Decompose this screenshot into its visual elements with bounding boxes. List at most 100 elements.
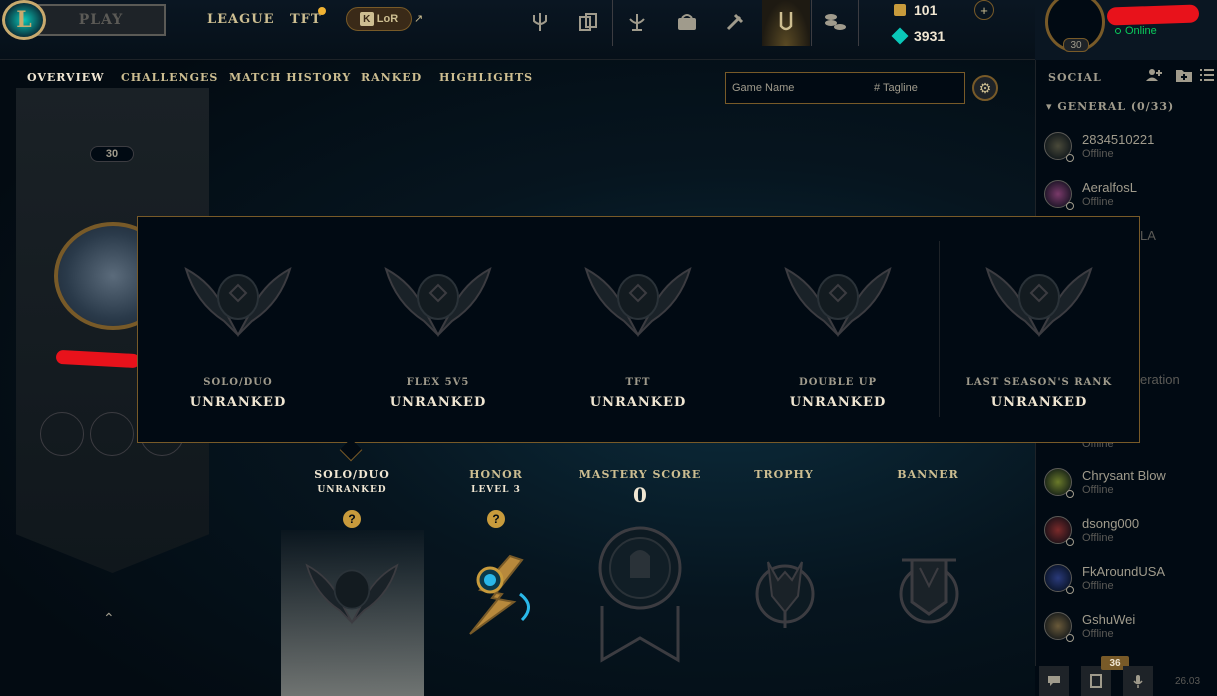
friend-item[interactable]: 2834510221 Offline [1042, 128, 1214, 172]
help-icon[interactable]: ? [487, 510, 505, 528]
friend-item[interactable]: Chrysant Blow Offline [1042, 464, 1214, 508]
gear-icon[interactable]: ⚙ [972, 75, 998, 101]
empty-token-slot[interactable] [90, 412, 134, 456]
play-button[interactable]: PLAY [36, 4, 166, 36]
lor-button[interactable]: K LoR [346, 7, 412, 31]
tft-notification-dot [318, 7, 326, 15]
nav-divider [811, 0, 812, 46]
client-version: 26.03 [1175, 676, 1201, 687]
group-label: GENERAL (0/33) [1057, 100, 1175, 113]
nav-tft[interactable]: TFT [290, 12, 322, 27]
banner-level-badge: 30 [90, 146, 134, 162]
unranked-emblem-icon [384, 266, 492, 338]
tab-match-history[interactable]: MATCH HISTORY [229, 71, 351, 84]
top-navigation-bar: PLAY L LEAGUE TFT K LoR ↗ 101 3931 + [0, 0, 1035, 60]
profile-summary[interactable]: 30 Online [1035, 0, 1217, 60]
rank-entry-solo-duo: SOLO/DUO UNRANKED [138, 217, 338, 444]
banner-stat[interactable]: BANNER [858, 468, 998, 481]
nav-league[interactable]: LEAGUE [207, 12, 274, 27]
empty-token-slot[interactable] [40, 412, 84, 456]
clash-icon[interactable] [771, 8, 801, 36]
friend-item[interactable]: dsong000 Offline [1042, 512, 1214, 556]
offline-status-icon [1066, 634, 1074, 642]
league-logo-icon[interactable]: L [2, 0, 46, 40]
stat-title: HONOR [469, 468, 523, 481]
loot-icon[interactable] [672, 8, 702, 36]
online-status[interactable]: Online [1115, 25, 1157, 37]
profile-level-badge: 30 [1063, 38, 1089, 52]
honor-level-icon [469, 554, 530, 635]
help-icon[interactable]: ? [343, 510, 361, 528]
rank-queue-label: DOUBLE UP [799, 377, 877, 388]
trophy-icon [755, 561, 815, 628]
trident-icon[interactable] [525, 8, 555, 36]
friend-item[interactable]: FkAroundUSA Offline [1042, 560, 1214, 604]
online-status-icon [1115, 28, 1121, 34]
tab-challenges[interactable]: CHALLENGES [121, 71, 218, 84]
banner-frame-icon [899, 558, 959, 624]
friend-name: Chrysant Blow [1082, 468, 1166, 483]
friend-name: dsong000 [1082, 516, 1140, 531]
tab-overview[interactable]: OVERVIEW [27, 71, 105, 90]
offline-status-icon [1066, 154, 1074, 162]
be-balance[interactable]: 3931 [891, 27, 945, 45]
collection-icon[interactable] [573, 8, 603, 36]
rank-queue-label: LAST SEASON'S RANK [965, 377, 1113, 388]
partial-friend-name: eration [1140, 372, 1180, 387]
rank-entry-double-up: DOUBLE UP UNRANKED [738, 217, 938, 444]
add-friend-icon[interactable] [1146, 68, 1162, 85]
rank-tier-label: UNRANKED [789, 395, 887, 410]
friend-item[interactable]: AeralfosL Offline [1042, 176, 1214, 220]
crafting-icon[interactable] [720, 8, 750, 36]
microphone-icon[interactable] [1123, 666, 1153, 696]
social-title: SOCIAL [1048, 71, 1102, 84]
friend-status: Offline [1082, 532, 1114, 544]
tagline-field[interactable]: # Tagline [874, 82, 918, 94]
riot-points-icon [894, 4, 906, 16]
solo-duo-stat[interactable]: SOLO/DUO UNRANKED [282, 468, 422, 495]
rank-tier-label: UNRANKED [990, 395, 1088, 410]
stat-title: SOLO/DUO [314, 468, 390, 481]
offline-status-icon [1066, 490, 1074, 498]
friend-status: Offline [1082, 484, 1114, 496]
list-options-icon[interactable] [1200, 68, 1214, 84]
mastery-crest-icon [598, 526, 682, 663]
redacted-summoner-name [1106, 4, 1200, 26]
unranked-emblem-icon [184, 266, 292, 338]
status-label: Online [1125, 25, 1157, 37]
add-folder-icon[interactable] [1176, 68, 1192, 85]
rp-balance[interactable]: 101 [894, 2, 937, 18]
chevron-up-icon[interactable]: ⌃ [103, 610, 115, 627]
rank-tier-label: UNRANKED [389, 395, 487, 410]
external-link-icon: ↗ [414, 13, 424, 25]
rank-queue-label: TFT [625, 377, 651, 388]
missions-icon[interactable] [1081, 666, 1111, 696]
friend-name: 2834510221 [1082, 132, 1155, 147]
trophy-stat[interactable]: TROPHY [714, 468, 854, 481]
friend-item[interactable]: GshuWei Offline [1042, 608, 1214, 652]
offline-status-icon [1066, 202, 1074, 210]
partial-friend-name: LA [1140, 228, 1156, 243]
mastery-stat[interactable]: MASTERY SCORE 0 [570, 468, 710, 507]
store-icon[interactable] [820, 8, 850, 36]
rewards-icon[interactable] [622, 8, 652, 36]
rank-queue-label: FLEX 5V5 [406, 377, 470, 388]
friend-status: Offline [1082, 196, 1114, 208]
unranked-emblem-icon [584, 266, 692, 338]
tab-ranked[interactable]: RANKED [361, 71, 422, 84]
summoner-search-input[interactable]: Game Name # Tagline [725, 72, 965, 104]
social-bottom-bar: 36 26.03 [1035, 656, 1217, 696]
game-name-field[interactable]: Game Name [732, 82, 794, 94]
friend-status: Offline [1082, 148, 1114, 160]
chat-icon[interactable] [1039, 666, 1069, 696]
honor-stat[interactable]: HONOR LEVEL 3 [426, 468, 566, 495]
buy-rp-button[interactable]: + [974, 0, 994, 20]
rank-entry-last-season: LAST SEASON'S RANK UNRANKED [939, 217, 1139, 444]
friend-group-header[interactable]: ▾ GENERAL (0/33) [1046, 100, 1174, 113]
stat-title: BANNER [897, 468, 959, 481]
tab-highlights[interactable]: HIGHLIGHTS [439, 71, 533, 84]
nav-divider [612, 0, 613, 46]
unranked-emblem-icon [305, 563, 399, 625]
client-window: PLAY L LEAGUE TFT K LoR ↗ 101 3931 + 30 … [0, 0, 1217, 696]
unranked-emblem-icon [784, 266, 892, 338]
